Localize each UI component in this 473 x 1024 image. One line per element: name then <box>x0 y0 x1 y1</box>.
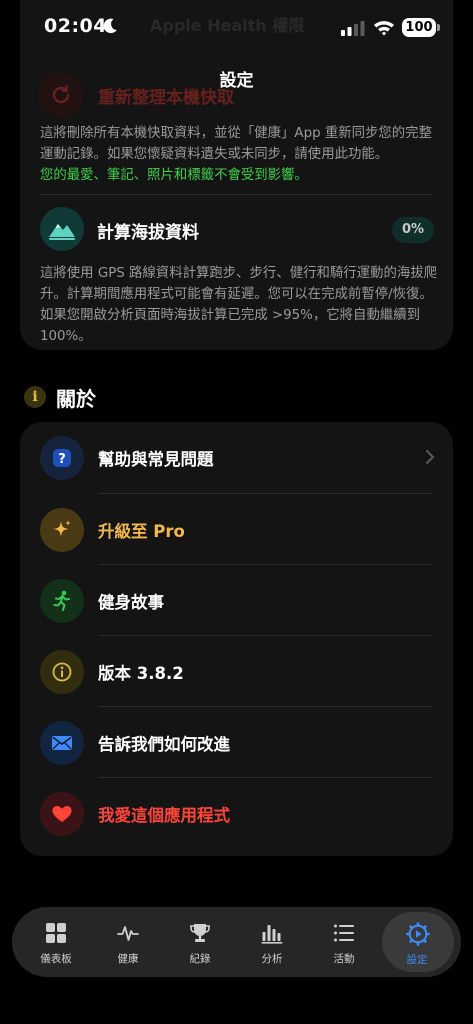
version-row: 版本 3.8.2 <box>40 636 453 707</box>
info-icon <box>40 650 84 694</box>
status-time: 02:04 <box>44 15 107 37</box>
grid-icon <box>46 923 66 943</box>
feedback-row[interactable]: 告訴我們如何改進 <box>40 707 453 778</box>
gear-icon <box>406 922 430 946</box>
scrolled-section-title: Apple Health 權限 <box>150 16 305 35</box>
wifi-icon <box>374 21 394 36</box>
tab-label: 設定 <box>406 954 428 966</box>
help-faq-label: 幫助與常見問題 <box>98 450 214 469</box>
heartbeat-icon <box>117 926 139 941</box>
about-card: ? 幫助與常見問題 升級至 Pro 健身故事 版本 3.8.2 告訴我們如何改進 <box>20 422 453 856</box>
refresh-cache-description: 這將刪除所有本機快取資料，並從「健康」App 重新同步您的完整運動記錄。如果您懷… <box>40 126 432 162</box>
info-icon: i <box>24 386 46 408</box>
love-app-row[interactable]: 我愛這個應用程式 <box>40 778 453 849</box>
heart-icon <box>40 792 84 836</box>
altitude-description: 這將使用 GPS 路線資料計算跑步、步行、健行和騎行運動的海拔爬升。計算期間應用… <box>40 266 438 344</box>
battery-nub <box>437 24 440 31</box>
svg-text:?: ? <box>58 452 66 467</box>
list-icon <box>334 924 354 942</box>
tab-records[interactable]: 紀錄 <box>165 907 235 977</box>
upgrade-pro-row[interactable]: 升級至 Pro <box>40 494 453 565</box>
version-label: 版本 3.8.2 <box>98 664 184 683</box>
about-section-title: 關於 <box>56 387 96 411</box>
tab-settings[interactable]: 設定 <box>382 912 454 972</box>
page-title: 設定 <box>219 71 254 91</box>
tab-label: 健康 <box>117 953 139 965</box>
tab-analysis[interactable]: 分析 <box>237 907 307 977</box>
mountain-icon <box>40 207 84 251</box>
trophy-icon <box>190 924 210 942</box>
fitness-story-label: 健身故事 <box>98 593 164 612</box>
fitness-story-row[interactable]: 健身故事 <box>40 565 453 636</box>
tab-label: 儀表板 <box>40 953 72 965</box>
tab-health[interactable]: 健康 <box>93 907 163 977</box>
feedback-label: 告訴我們如何改進 <box>98 735 230 754</box>
tab-bar: 儀表板 健康 紀錄 分析 活動 設定 <box>12 907 461 977</box>
home-indicator <box>168 1008 305 1013</box>
tab-label: 紀錄 <box>189 953 211 965</box>
battery-icon: 100 <box>402 18 436 37</box>
status-bar: Apple Health 權限 02:04 100 <box>0 0 473 56</box>
tab-label: 活動 <box>333 953 355 965</box>
tab-activities[interactable]: 活動 <box>309 907 379 977</box>
altitude-progress-badge: 0% <box>392 217 434 243</box>
moon-icon <box>103 18 117 34</box>
calculate-altitude-label[interactable]: 計算海拔資料 <box>97 218 199 243</box>
refresh-cache-note: 您的最愛、筆記、照片和標籤不會受到影響。 <box>40 168 308 183</box>
tab-dashboard[interactable]: 儀表板 <box>21 907 91 977</box>
tab-label: 分析 <box>261 953 283 965</box>
love-app-label: 我愛這個應用程式 <box>98 806 230 825</box>
divider <box>40 194 433 195</box>
runner-icon <box>40 579 84 623</box>
mail-icon <box>40 721 84 765</box>
chevron-right-icon <box>426 450 435 464</box>
help-faq-row[interactable]: ? 幫助與常見問題 <box>40 422 453 493</box>
upgrade-pro-label: 升級至 Pro <box>98 522 185 541</box>
sparkle-icon <box>40 508 84 552</box>
question-icon: ? <box>40 436 84 480</box>
bar-chart-icon <box>261 925 283 944</box>
signal-icon <box>341 21 365 36</box>
